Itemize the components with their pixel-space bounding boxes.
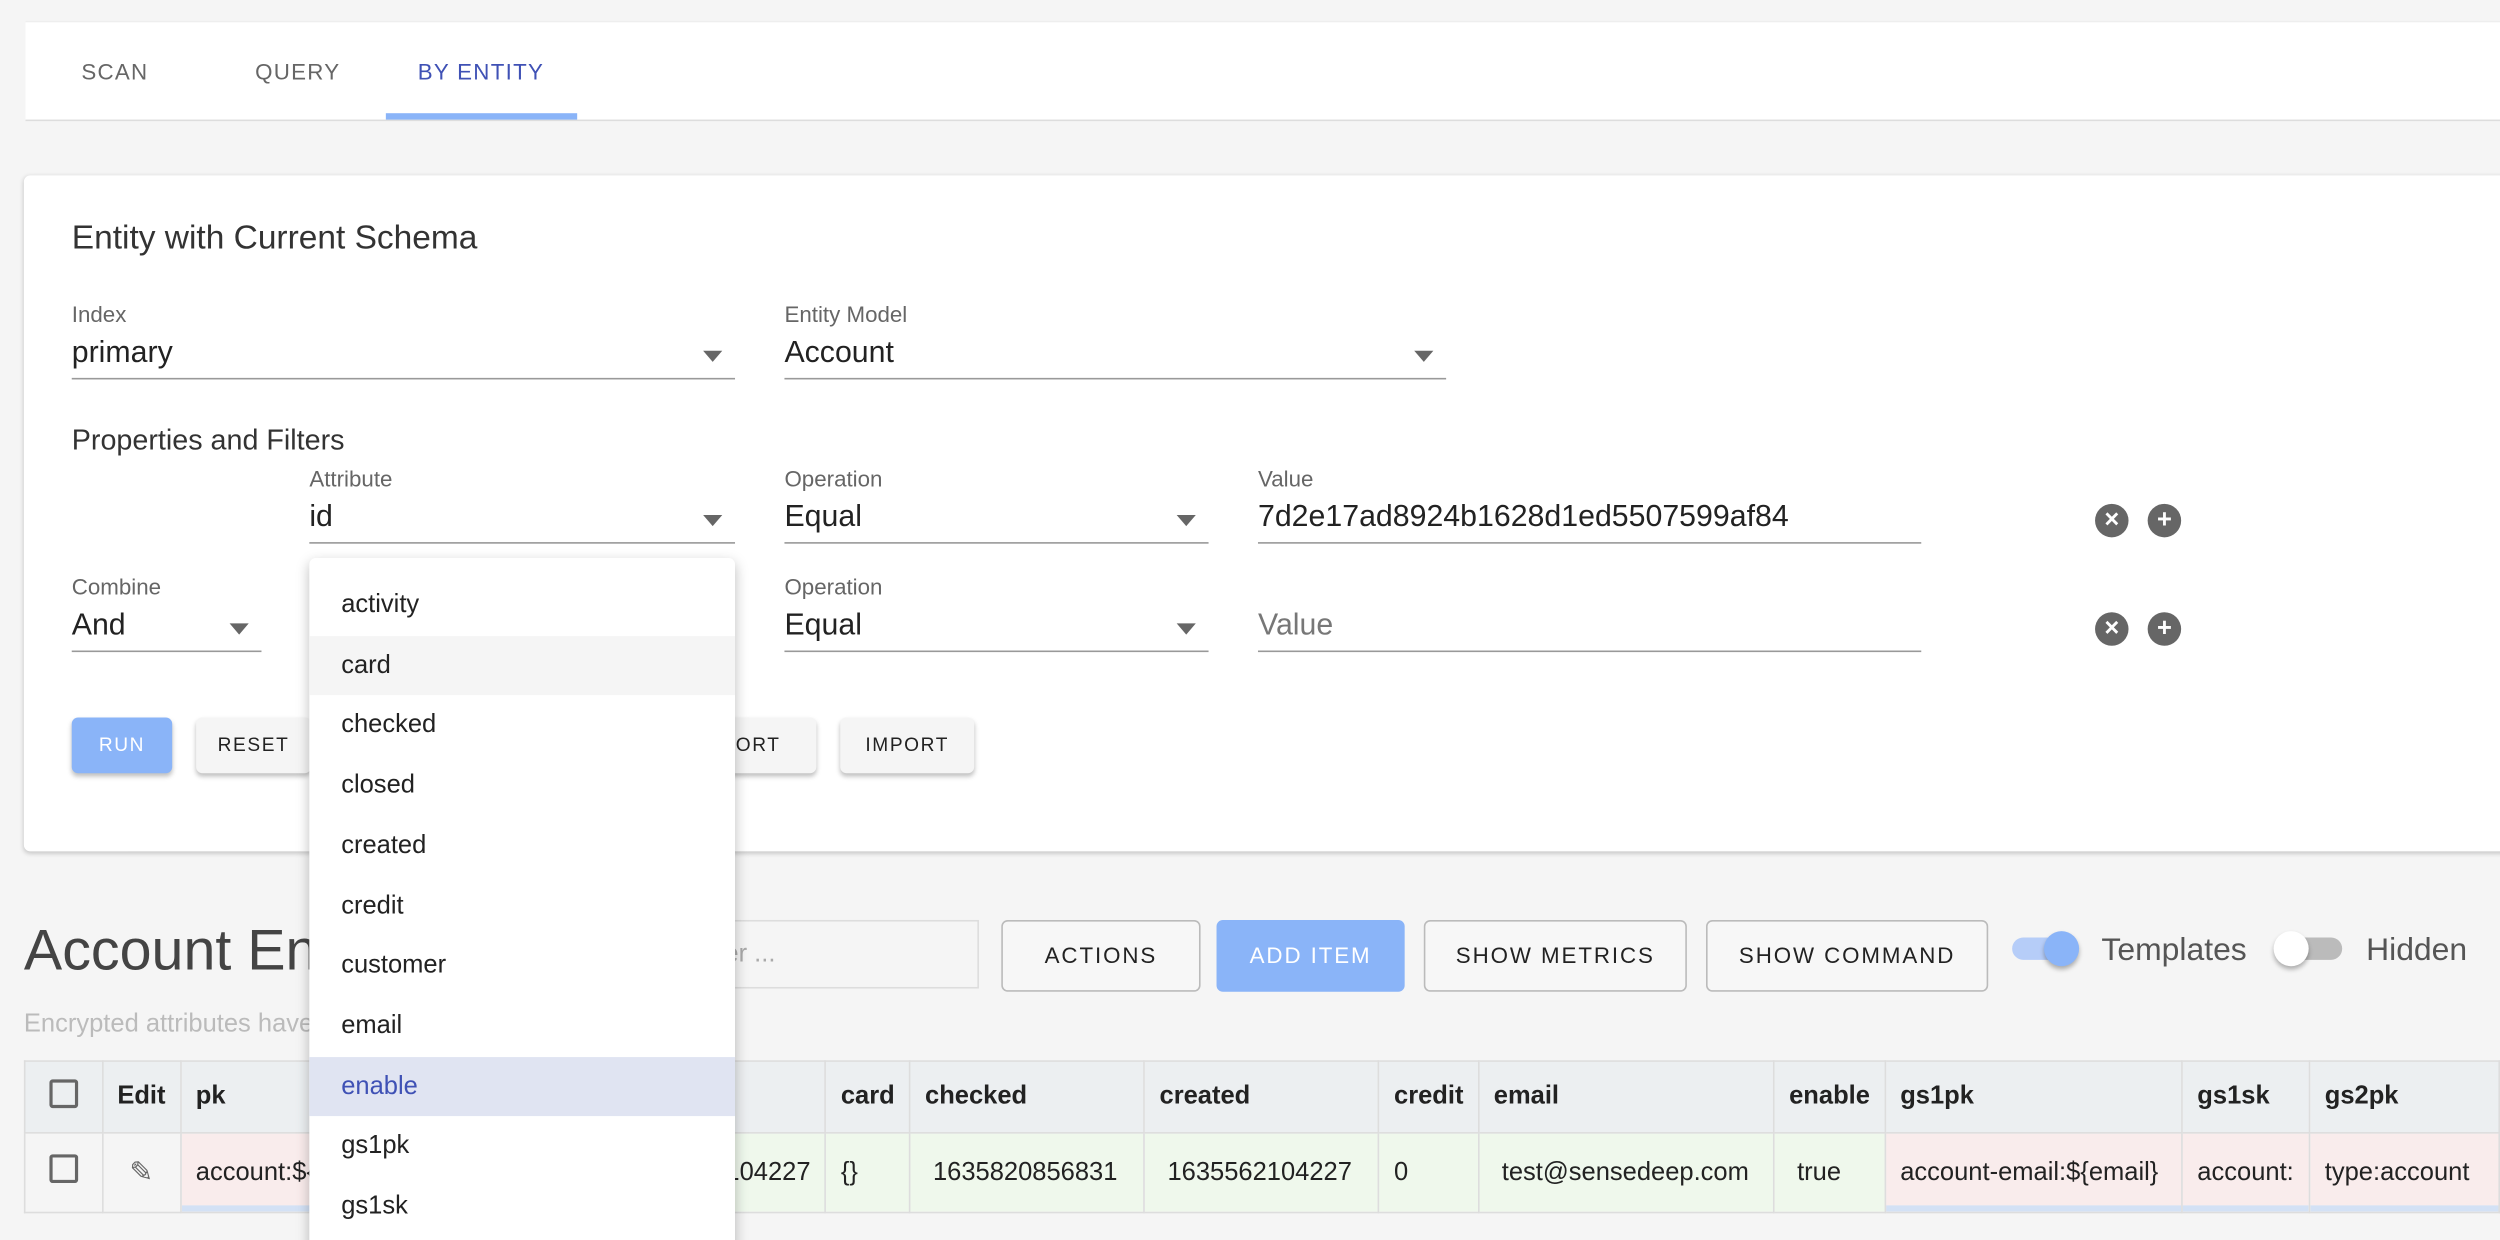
value-placeholder: Value	[1257, 609, 1334, 643]
attribute-label: Attribute	[309, 465, 393, 492]
value-input-2[interactable]: Value	[1257, 609, 1922, 653]
edit-pencil-icon[interactable]: ✎	[101, 1132, 182, 1214]
cell-gs1pk[interactable]: account-email:${email}	[1884, 1132, 2183, 1214]
column-header[interactable]: checked	[909, 1060, 1146, 1134]
menu-item-closed[interactable]: closed	[309, 756, 735, 816]
column-header[interactable]: Edit	[101, 1060, 182, 1134]
dropdown-arrow-icon	[229, 623, 249, 635]
templates-label: Templates	[2101, 932, 2247, 968]
tab-by-entity[interactable]: BY ENTITY	[418, 59, 544, 85]
remove-filter-icon[interactable]: ×	[2095, 503, 2129, 538]
entity-model-select[interactable]: Account	[784, 336, 1447, 380]
reset-button[interactable]: RESET	[196, 717, 311, 774]
combine-select[interactable]: And	[71, 609, 262, 653]
add-item-button[interactable]: ADD ITEM	[1216, 919, 1405, 992]
menu-item-created[interactable]: created	[309, 816, 735, 876]
value-input[interactable]: 7d2e17ad8924b1628d1ed5507599af84	[1257, 500, 1922, 544]
dropdown-arrow-icon	[1176, 514, 1196, 527]
cell-gs1sk[interactable]: account:	[2181, 1132, 2311, 1214]
combine-label: Combine	[71, 573, 162, 600]
cell-credit[interactable]: 0	[1378, 1132, 1480, 1214]
menu-item-customer[interactable]: customer	[309, 936, 735, 996]
cell-email[interactable]: test@sensedeep.com	[1477, 1132, 1775, 1214]
templates-toggle[interactable]	[2012, 931, 2080, 967]
value-text: 7d2e17ad8924b1628d1ed5507599af84	[1257, 500, 1789, 535]
entity-model-label: Entity Model	[784, 301, 908, 327]
row-checkbox[interactable]	[23, 1132, 103, 1214]
actions-button[interactable]: ACTIONS	[1001, 919, 1201, 992]
index-select[interactable]: primary	[71, 336, 736, 380]
column-header[interactable]: credit	[1378, 1060, 1480, 1134]
column-header[interactable]: created	[1143, 1060, 1380, 1134]
add-filter-icon[interactable]: +	[2147, 612, 2182, 646]
index-value: primary	[71, 336, 173, 370]
add-filter-icon[interactable]: +	[2147, 503, 2182, 538]
cell-checked[interactable]: 1635820856831	[909, 1132, 1146, 1214]
menu-item-credit[interactable]: credit	[309, 876, 735, 936]
tab-bar: SCAN QUERY BY ENTITY	[25, 20, 2500, 122]
show-command-button[interactable]: SHOW COMMAND	[1706, 919, 1989, 992]
operation-select-2[interactable]: Equal	[784, 609, 1209, 653]
cell-enable[interactable]: true	[1773, 1132, 1886, 1214]
menu-item-gs1sk[interactable]: gs1sk	[309, 1177, 735, 1237]
toggle-knob	[2044, 931, 2080, 967]
select-all-checkbox[interactable]	[23, 1060, 103, 1134]
dropdown-arrow-icon	[1176, 623, 1196, 635]
active-tab-indicator	[385, 113, 578, 120]
operation-value: Equal	[784, 500, 862, 535]
attribute-select[interactable]: id	[309, 500, 736, 544]
cell-gs2pk[interactable]: type:account	[2308, 1132, 2500, 1214]
attribute-dropdown-menu: activity card checked closed created cre…	[309, 558, 736, 1240]
cell-card[interactable]: {}	[824, 1132, 911, 1214]
column-header[interactable]: gs2pk	[2308, 1060, 2500, 1134]
run-button[interactable]: RUN	[71, 717, 173, 774]
encrypted-note: Encrypted attributes have...	[23, 1010, 335, 1038]
dropdown-arrow-icon	[1414, 350, 1434, 362]
attribute-value: id	[309, 500, 333, 535]
column-header[interactable]: email	[1477, 1060, 1775, 1134]
dropdown-arrow-icon	[703, 350, 723, 362]
operation-select[interactable]: Equal	[784, 500, 1209, 544]
index-label: Index	[71, 301, 127, 327]
hidden-toggle[interactable]	[2273, 931, 2343, 967]
column-header[interactable]: enable	[1773, 1060, 1886, 1134]
menu-item-checked[interactable]: checked	[309, 696, 735, 756]
column-header[interactable]: gs1sk	[2181, 1060, 2311, 1134]
filters-title: Properties and Filters	[71, 424, 345, 456]
show-metrics-button[interactable]: SHOW METRICS	[1423, 919, 1687, 992]
operation-label: Operation	[784, 465, 883, 492]
cell-created[interactable]: 1635562104227	[1143, 1132, 1380, 1214]
dropdown-arrow-icon	[703, 514, 723, 527]
column-header[interactable]: card	[824, 1060, 911, 1134]
menu-item-gs1pk[interactable]: gs1pk	[309, 1117, 735, 1177]
value-label: Value	[1257, 465, 1314, 492]
combine-value: And	[71, 609, 126, 643]
menu-item-enable[interactable]: enable	[309, 1056, 736, 1117]
tab-scan[interactable]: SCAN	[81, 59, 148, 85]
operation-label-2: Operation	[784, 573, 883, 600]
operation-value-2: Equal	[784, 609, 862, 643]
menu-item-activity[interactable]: activity	[309, 576, 735, 636]
column-header[interactable]: gs1pk	[1884, 1060, 2183, 1134]
import-button[interactable]: IMPORT	[840, 717, 975, 774]
remove-filter-icon[interactable]: ×	[2095, 612, 2129, 646]
menu-item-card[interactable]: card	[309, 635, 736, 696]
menu-item-email[interactable]: email	[309, 996, 735, 1056]
tab-query[interactable]: QUERY	[255, 59, 340, 85]
card-title: Entity with Current Schema	[71, 220, 478, 257]
toggle-knob	[2273, 931, 2309, 967]
entity-model-value: Account	[784, 336, 894, 370]
hidden-label: Hidden	[2366, 932, 2468, 968]
